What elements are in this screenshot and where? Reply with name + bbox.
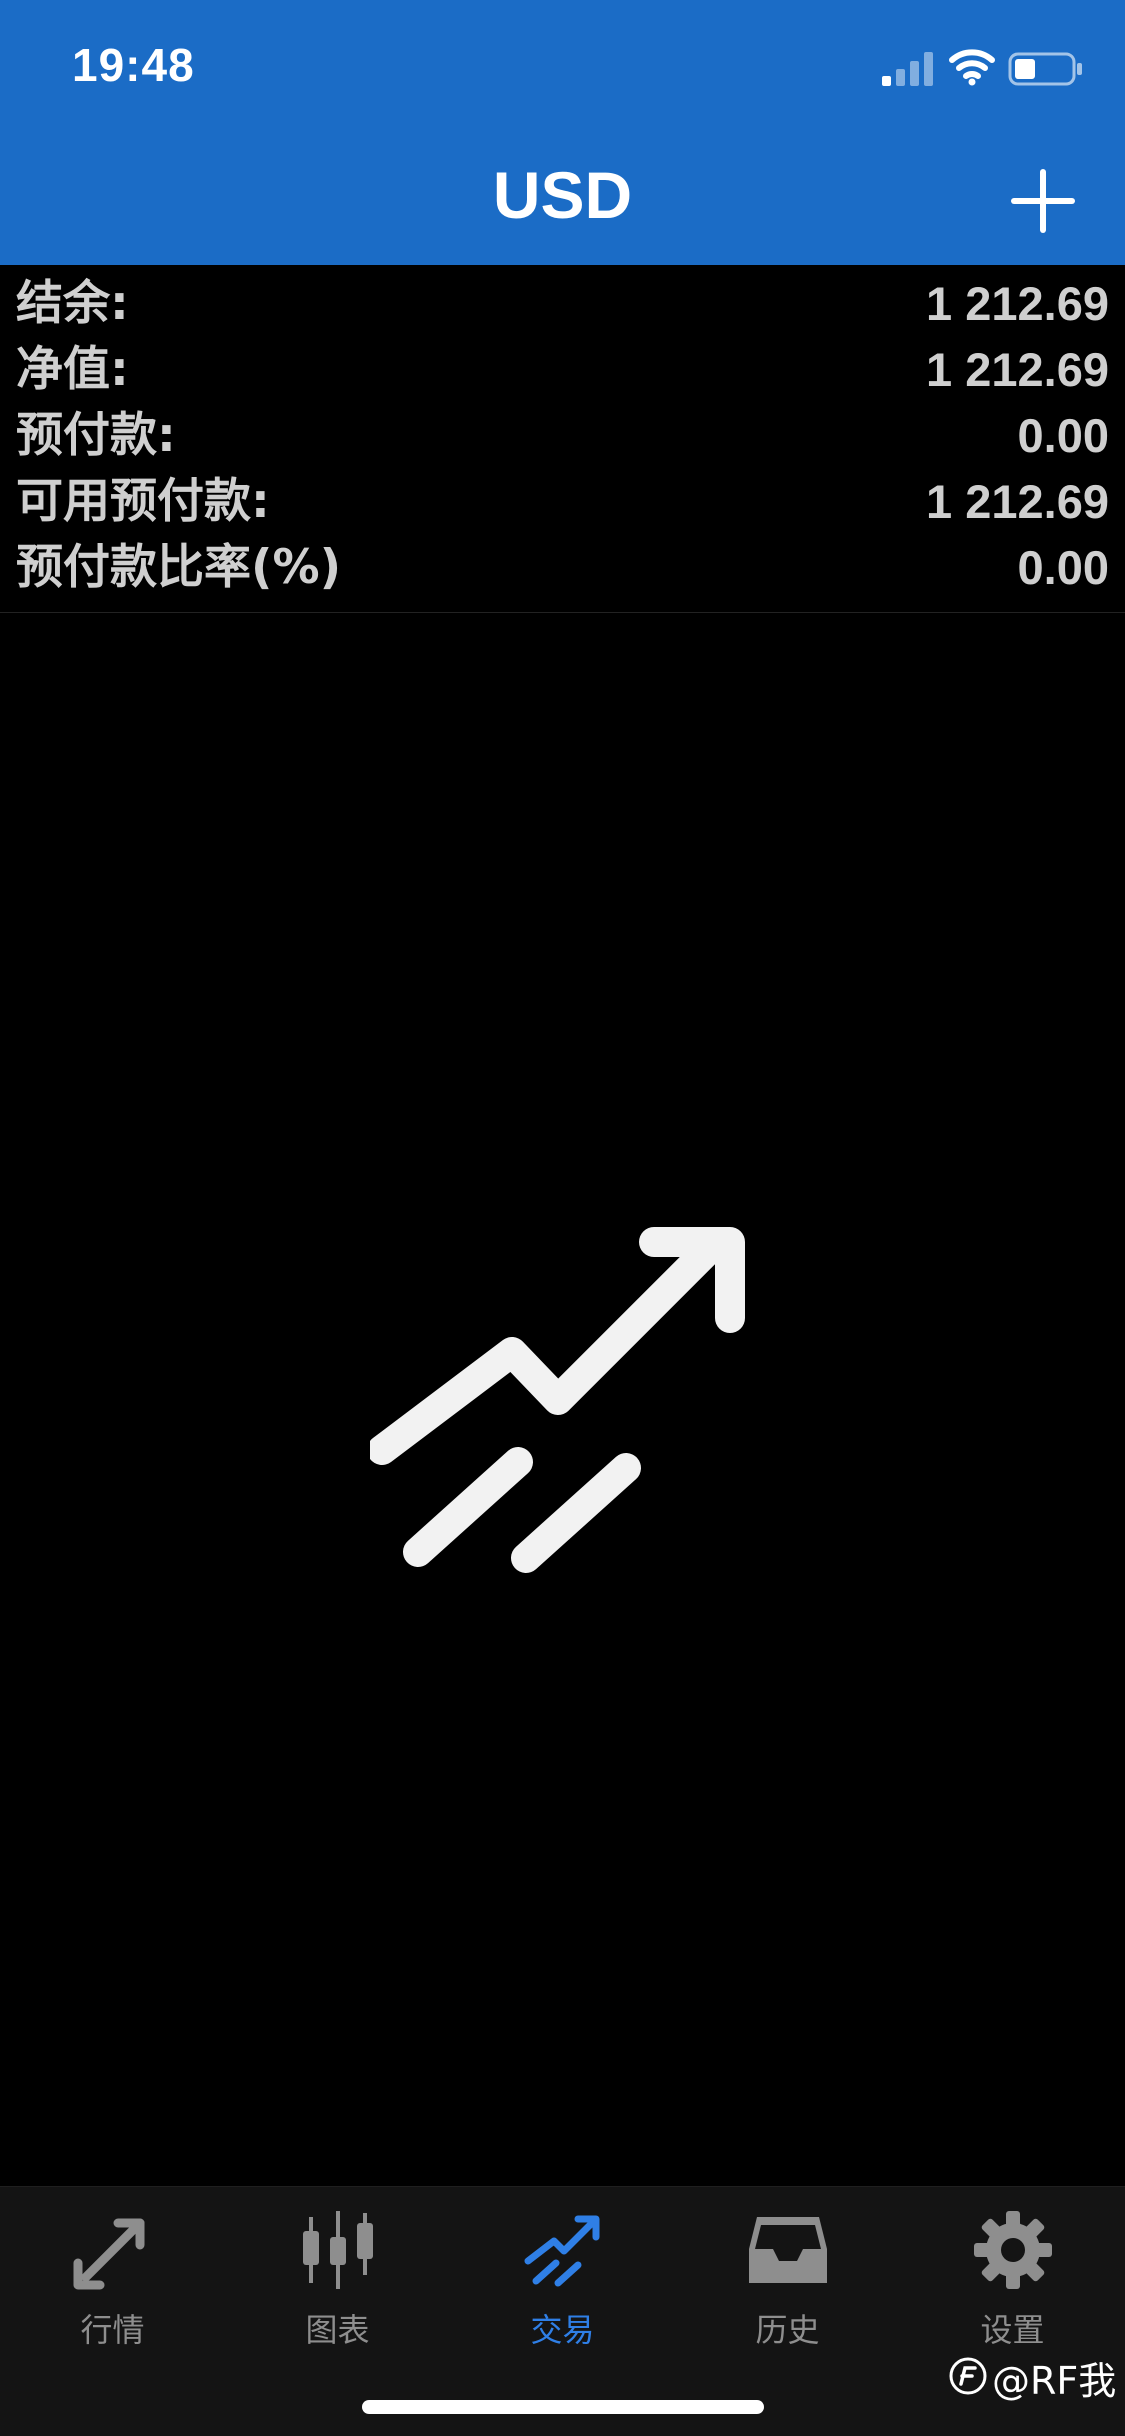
tab-settings[interactable]: 设置 [900, 2205, 1125, 2355]
page-title: USD [492, 158, 633, 232]
summary-row-equity: 净值: 1 212.69 [0, 337, 1125, 403]
summary-value: 0.00 [1017, 541, 1109, 594]
summary-value: 1 212.69 [926, 277, 1109, 330]
summary-row-margin: 预付款: 0.00 [0, 403, 1125, 469]
summary-label: 净值: [16, 342, 129, 397]
candlestick-chart-icon [303, 2211, 373, 2289]
tab-label: 交易 [530, 2311, 595, 2349]
summary-label: 预付款: [16, 408, 176, 463]
add-button[interactable] [1010, 168, 1076, 234]
summary-label: 可用预付款: [16, 474, 270, 529]
battery-icon [1008, 52, 1082, 86]
watermark-logo-icon [949, 2357, 987, 2395]
gear-icon [974, 2211, 1052, 2289]
summary-value: 1 212.69 [926, 475, 1109, 528]
tab-label: 历史 [755, 2311, 820, 2349]
quotes-arrows-icon [73, 2218, 145, 2290]
summary-label: 结余: [16, 276, 129, 331]
summary-value: 1 212.69 [926, 343, 1109, 396]
status-time: 19:48 [72, 39, 195, 91]
tab-quotes[interactable]: 行情 [0, 2205, 225, 2355]
tab-charts[interactable]: 图表 [225, 2205, 450, 2355]
summary-row-free-margin: 可用预付款: 1 212.69 [0, 469, 1125, 535]
cellular-signal-icon [882, 52, 933, 86]
tab-history[interactable]: 历史 [675, 2205, 900, 2355]
account-summary: 结余: 1 212.69 净值: 1 212.69 预付款: 0.00 可用预付… [0, 265, 1125, 613]
trade-screen: 19:48 USD 结余: 1 212.69 净值: 1 212.69 预付款:… [0, 0, 1125, 2436]
summary-value: 0.00 [1017, 409, 1109, 462]
tab-trade[interactable]: 交易 [450, 2205, 675, 2355]
tab-label: 行情 [80, 2311, 145, 2349]
header: 19:48 USD [0, 0, 1125, 265]
tab-label: 设置 [980, 2311, 1045, 2349]
tab-label: 图表 [305, 2311, 370, 2349]
watermark-text: @RF我 [992, 2359, 1117, 2403]
trade-empty-state-icon [370, 1227, 745, 1573]
trade-trend-icon [524, 2215, 600, 2287]
inbox-history-icon [749, 2217, 827, 2283]
home-indicator[interactable] [362, 2400, 764, 2414]
summary-label: 预付款比率(%) [16, 540, 342, 595]
summary-row-balance: 结余: 1 212.69 [0, 271, 1125, 337]
summary-row-margin-level: 预付款比率(%) 0.00 [0, 535, 1125, 601]
wifi-icon [949, 49, 995, 86]
tab-bar: 行情 图表 交易 历史 设置 [0, 2186, 1125, 2436]
